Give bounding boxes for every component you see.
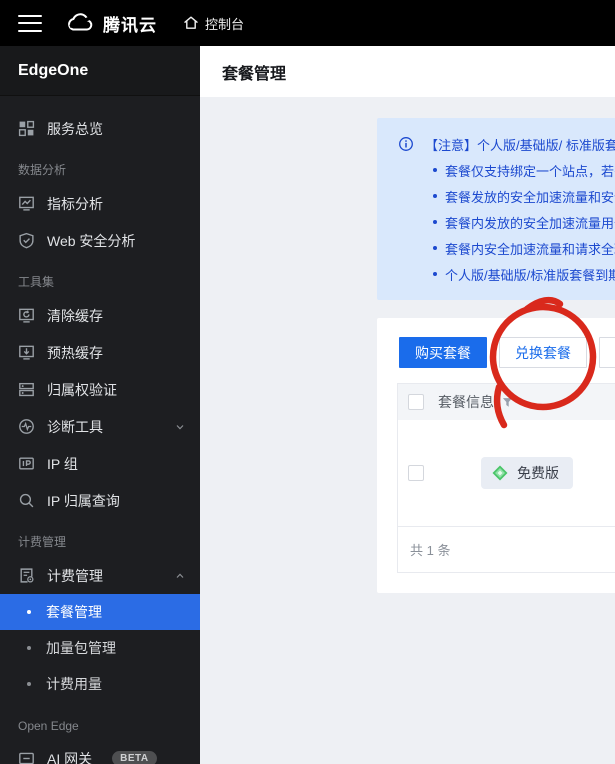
chevron-up-icon bbox=[176, 573, 184, 578]
sidebar-item-label: 诊断工具 bbox=[47, 418, 103, 435]
cloud-logo-icon bbox=[68, 13, 93, 31]
sidebar-subitem-label: 加量包管理 bbox=[46, 640, 116, 657]
package-card: 购买套餐 兑换套餐 套餐信息 免费版 共 1 条 bbox=[377, 318, 615, 593]
table-pagination: 共 1 条 bbox=[398, 526, 615, 572]
sidebar-item-label: 预热缓存 bbox=[47, 344, 103, 361]
sidebar-section-billing: 计费管理 bbox=[18, 535, 67, 550]
sidebar-section-toolset: 工具集 bbox=[18, 275, 55, 290]
sidebar-item-billing-management[interactable]: 计费管理 bbox=[0, 557, 200, 594]
sidebar-item-ip-group[interactable]: IP 组 bbox=[0, 445, 200, 482]
sidebar-section-data-analysis: 数据分析 bbox=[18, 163, 67, 178]
sidebar-item-label: IP 归属查询 bbox=[47, 492, 120, 509]
sidebar-item-ip-lookup[interactable]: IP 归属查询 bbox=[0, 482, 200, 519]
shield-icon bbox=[19, 232, 34, 249]
sidebar-item-label: 归属权验证 bbox=[47, 381, 117, 398]
notice-bullet: 套餐内发放的安全加速流量用于抵 bbox=[377, 209, 615, 235]
bullet-dot bbox=[27, 682, 31, 687]
sidebar-item-label: AI 网关 bbox=[47, 750, 93, 764]
notice-title-row: 【注意】个人版/基础版/ 标准版套餐 bbox=[377, 131, 615, 157]
sidebar-item-label: 指标分析 bbox=[47, 195, 103, 212]
row-checkbox[interactable] bbox=[408, 465, 424, 481]
sidebar: EdgeOne 服务总览 数据分析 指标分析 Web 安全分析 工具集 清除缓存… bbox=[0, 46, 200, 764]
info-icon bbox=[399, 137, 413, 151]
billing-icon bbox=[20, 568, 34, 583]
ownership-icon bbox=[19, 382, 34, 397]
sidebar-item-prefetch-cache[interactable]: 预热缓存 bbox=[0, 334, 200, 371]
select-all-checkbox[interactable] bbox=[408, 394, 424, 410]
table-row: 免费版 bbox=[398, 420, 615, 526]
notice-bullet: 套餐发放的安全加速流量和安全加 bbox=[377, 183, 615, 209]
total-count-label: 共 1 条 bbox=[410, 543, 451, 558]
main-area: 套餐管理 【注意】个人版/基础版/ 标准版套餐 套餐仅支持绑定一个站点，若需要 … bbox=[200, 46, 615, 764]
ip-lookup-search-icon bbox=[19, 493, 34, 508]
purge-cache-icon bbox=[19, 308, 34, 323]
sidebar-subitem-package-management[interactable]: 套餐管理 bbox=[0, 594, 200, 631]
redeem-package-button[interactable]: 兑换套餐 bbox=[499, 337, 587, 368]
notice-bullet: 个人版/基础版/标准版套餐到期续 bbox=[377, 261, 615, 287]
plan-badge-label: 免费版 bbox=[517, 465, 559, 481]
sidebar-item-purge-cache[interactable]: 清除缓存 bbox=[0, 297, 200, 334]
sidebar-item-service-overview[interactable]: 服务总览 bbox=[0, 110, 200, 147]
notice-bullet: 套餐内安全加速流量和请求全球通 bbox=[377, 235, 615, 261]
content-area: 【注意】个人版/基础版/ 标准版套餐 套餐仅支持绑定一个站点，若需要 套餐发放的… bbox=[200, 97, 615, 764]
overview-grid-icon bbox=[18, 120, 35, 137]
hamburger-menu-icon[interactable] bbox=[18, 14, 42, 32]
tencent-cloud-logo[interactable]: 腾讯云 bbox=[64, 11, 157, 36]
console-link[interactable]: 控制台 bbox=[183, 14, 244, 33]
plan-diamond-icon bbox=[492, 465, 508, 481]
page-title: 套餐管理 bbox=[222, 65, 287, 83]
sidebar-subitem-label: 计费用量 bbox=[46, 676, 102, 693]
diagnose-icon bbox=[19, 419, 34, 434]
sidebar-item-label: IP 组 bbox=[47, 455, 78, 472]
sidebar-item-metric-analysis[interactable]: 指标分析 bbox=[0, 185, 200, 222]
top-bar: 腾讯云 控制台 bbox=[0, 0, 615, 46]
ip-group-icon bbox=[19, 457, 34, 470]
metrics-icon bbox=[19, 196, 34, 211]
notice-title: 【注意】个人版/基础版/ 标准版套餐 bbox=[425, 137, 615, 153]
beta-badge: BETA bbox=[112, 751, 157, 764]
notice-bullet-list: 套餐仅支持绑定一个站点，若需要 套餐发放的安全加速流量和安全加 套餐内发放的安全… bbox=[377, 157, 615, 287]
buy-package-button[interactable]: 购买套餐 bbox=[399, 337, 487, 368]
sidebar-section-open-edge: Open Edge bbox=[18, 719, 79, 734]
home-icon bbox=[184, 16, 198, 29]
sidebar-nav: 服务总览 数据分析 指标分析 Web 安全分析 工具集 清除缓存 预热缓存 归属… bbox=[0, 96, 200, 764]
sidebar-item-web-security-analysis[interactable]: Web 安全分析 bbox=[0, 222, 200, 259]
bullet-dot bbox=[27, 610, 31, 615]
ai-gateway-icon bbox=[19, 752, 34, 764]
chevron-down-icon bbox=[176, 424, 184, 430]
brand-name: 腾讯云 bbox=[103, 15, 157, 35]
sidebar-item-label: 计费管理 bbox=[47, 567, 103, 584]
plan-badge: 免费版 bbox=[481, 457, 573, 489]
package-table: 套餐信息 免费版 共 1 条 bbox=[397, 383, 615, 573]
card-button-row: 购买套餐 兑换套餐 bbox=[399, 337, 615, 368]
bullet-dot bbox=[27, 646, 31, 651]
sidebar-item-label: 清除缓存 bbox=[47, 307, 103, 324]
sidebar-subitem-label: 套餐管理 bbox=[46, 604, 102, 621]
sidebar-item-label: Web 安全分析 bbox=[47, 232, 136, 249]
page-header: 套餐管理 bbox=[200, 46, 615, 97]
console-label: 控制台 bbox=[205, 16, 245, 32]
sidebar-subitem-billing-usage[interactable]: 计费用量 bbox=[0, 666, 200, 702]
sidebar-item-ownership-verification[interactable]: 归属权验证 bbox=[0, 371, 200, 408]
tencent-cloud-console: { "topbar": { "brand": "腾讯云", "console":… bbox=[0, 0, 615, 764]
sidebar-subitem-addon-package-management[interactable]: 加量包管理 bbox=[0, 630, 200, 666]
notice-box: 【注意】个人版/基础版/ 标准版套餐 套餐仅支持绑定一个站点，若需要 套餐发放的… bbox=[377, 118, 615, 300]
notice-bullet: 套餐仅支持绑定一个站点，若需要 bbox=[377, 157, 615, 183]
partially-visible-button[interactable] bbox=[599, 337, 615, 368]
sidebar-item-label: 服务总览 bbox=[47, 120, 103, 137]
app-shell: EdgeOne 服务总览 数据分析 指标分析 Web 安全分析 工具集 清除缓存… bbox=[0, 46, 615, 764]
sidebar-item-ai-gateway[interactable]: AI 网关 BETA bbox=[0, 740, 200, 764]
table-header-row: 套餐信息 bbox=[398, 384, 615, 420]
sidebar-item-diagnostic-tools[interactable]: 诊断工具 bbox=[0, 408, 200, 445]
product-title: EdgeOne bbox=[0, 46, 200, 97]
filter-funnel-icon[interactable] bbox=[502, 397, 513, 408]
prefetch-cache-icon bbox=[19, 345, 34, 360]
column-header-package-info: 套餐信息 bbox=[438, 394, 494, 410]
